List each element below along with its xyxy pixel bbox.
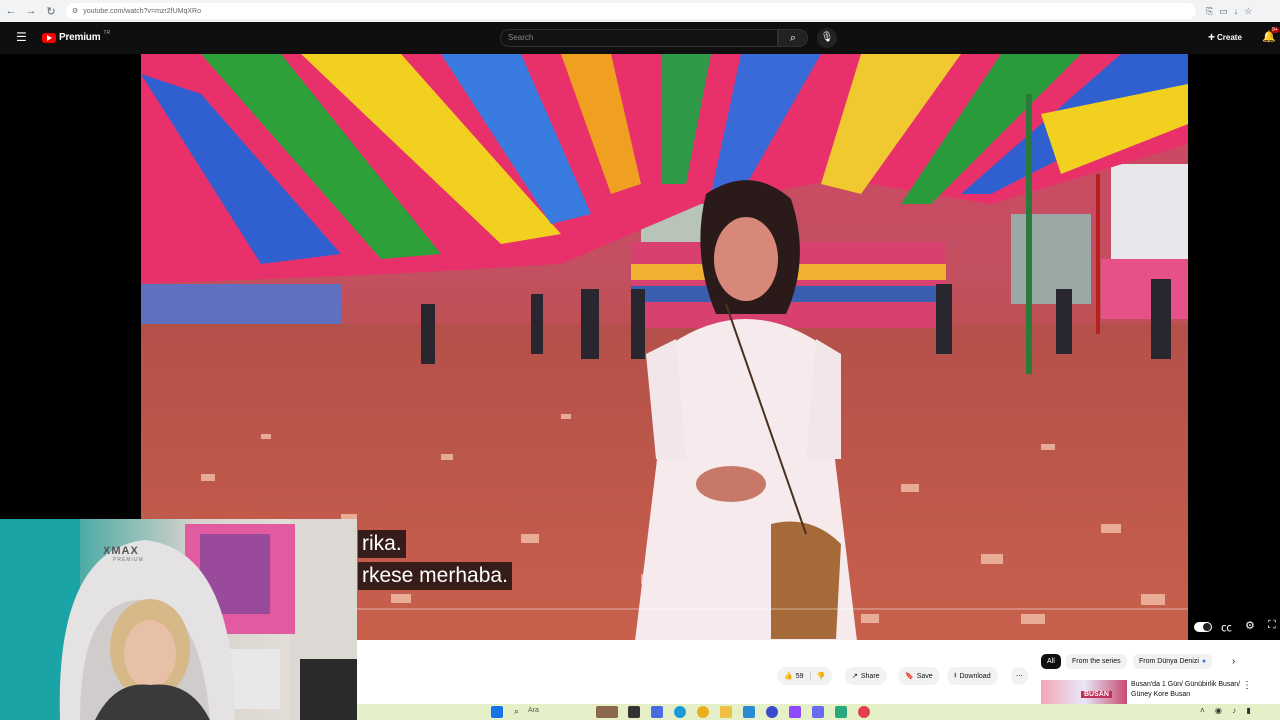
logo-text: Premium — [59, 32, 101, 43]
widgets-icon[interactable] — [596, 706, 618, 718]
chip-all-label: All — [1047, 658, 1055, 665]
search-input[interactable]: Search — [500, 29, 778, 47]
logo-country-code: TR — [103, 29, 111, 36]
globe-icon: ● — [1201, 658, 1207, 665]
share-button[interactable]: ↗ Share — [845, 667, 887, 685]
app-icon-1[interactable] — [651, 706, 663, 718]
address-text: youtube.com/watch?v=mzr2fUMqXRo — [83, 7, 201, 15]
like-count: 59 — [795, 672, 804, 680]
youtube-logo[interactable]: Premium TR — [42, 29, 111, 43]
save-label: Save — [916, 672, 933, 680]
search-icon[interactable]: ⌕ — [778, 29, 808, 47]
chip-from-series[interactable]: From the series — [1066, 654, 1127, 669]
download-label: Download — [959, 672, 991, 680]
back-icon[interactable]: ← — [2, 2, 20, 20]
chip-from-series-label: From the series — [1072, 658, 1121, 665]
more-actions-button[interactable]: ⋯ — [1011, 667, 1028, 685]
subtitle-line-2: rkese merhaba. — [358, 562, 512, 590]
cast-icon[interactable]: ▭ — [1219, 6, 1228, 17]
app-icon-4[interactable] — [835, 706, 847, 718]
recommendation-thumbnail[interactable]: BUSAN — [1041, 680, 1127, 704]
file-explorer-icon[interactable] — [720, 706, 732, 718]
webcam-overlay: XMAX PREMIUM — [0, 519, 357, 720]
discord-icon[interactable] — [812, 706, 824, 718]
webcam-frame — [0, 519, 357, 720]
microphone-icon[interactable]: 🎙 — [817, 28, 837, 48]
taskbar-search-icon[interactable]: ⌕ — [514, 706, 519, 717]
menu-icon[interactable]: ☰ — [16, 31, 28, 43]
app-icon-5[interactable] — [858, 706, 870, 718]
captions-icon[interactable]: ㏄ — [1221, 619, 1232, 635]
fullscreen-icon[interactable]: ⛶ — [1268, 619, 1276, 632]
app-icon-3[interactable] — [766, 706, 778, 718]
reload-icon[interactable]: ↻ — [42, 2, 60, 20]
chip-all[interactable]: All — [1041, 654, 1061, 669]
download-arrow-icon: ⭳ — [954, 671, 957, 679]
autoplay-knob-icon — [1203, 623, 1211, 631]
app-icon-2[interactable] — [743, 706, 755, 718]
notification-badge: 9+ — [1271, 27, 1279, 33]
youtube-header: ☰ Premium TR Search ⌕ 🎙 + Create 🔔 9+ — [0, 22, 1280, 54]
share-label: Share — [860, 672, 880, 680]
chrome-icon[interactable] — [697, 706, 709, 718]
task-view-icon[interactable] — [628, 706, 640, 718]
address-bar[interactable]: ⚙ youtube.com/watch?v=mzr2fUMqXRo — [66, 3, 1196, 19]
edge-icon[interactable] — [674, 706, 686, 718]
autoplay-toggle-icon[interactable] — [1194, 622, 1212, 632]
download-icon[interactable]: ↓ — [1234, 6, 1239, 17]
thumbs-down-icon[interactable]: 👎 — [817, 672, 826, 680]
create-button[interactable]: + Create — [1208, 30, 1242, 44]
recommendation-title[interactable]: Busan'da 1 Gün/ Günübirlik Busan/ Güney … — [1131, 680, 1241, 700]
chair-brand-text: XMAX — [103, 545, 139, 557]
save-icon: 🔖 — [905, 673, 914, 680]
recommendation-menu-icon[interactable]: ⋮ — [1242, 680, 1252, 691]
translate-icon[interactable]: ⎘ — [1206, 6, 1213, 17]
chevron-right-icon[interactable]: › — [1232, 656, 1235, 667]
subtitle-line-1: rika. — [358, 530, 406, 558]
windows-taskbar: ⌕ Ara ˄ ◉ ♪ ▮ — [357, 704, 1280, 720]
save-button[interactable]: 🔖 Save — [898, 667, 940, 685]
chip-from-channel[interactable]: From Dünya Denizi ● — [1133, 654, 1213, 669]
browser-toolbar: ← → ↻ ⚙ youtube.com/watch?v=mzr2fUMqXRo … — [0, 0, 1280, 22]
site-info-icon[interactable]: ⚙ — [72, 7, 78, 15]
youtube-play-icon — [42, 32, 56, 43]
system-tray-icons[interactable]: ˄ ◉ ♪ ▮ — [1200, 706, 1255, 715]
taskbar-search-text[interactable]: Ara — [528, 707, 539, 714]
settings-icon[interactable]: ⚙ — [1245, 619, 1255, 632]
forward-icon[interactable]: → — [22, 2, 40, 20]
create-label: Create — [1217, 32, 1242, 42]
share-icon: ↗ — [852, 673, 858, 680]
download-button[interactable]: ⭳ Download — [947, 667, 998, 685]
thumbnail-caption: BUSAN — [1081, 691, 1112, 698]
chip-from-channel-label: From Dünya Denizi — [1139, 658, 1199, 665]
like-button[interactable]: 👍 59 👎 — [777, 667, 833, 685]
twitch-icon[interactable] — [789, 706, 801, 718]
divider — [809, 671, 811, 681]
thumbs-up-icon: 👍 — [784, 673, 793, 680]
chair-brand-subtext: PREMIUM — [113, 557, 144, 563]
theater-right-margin — [1188, 54, 1280, 640]
more-icon: ⋯ — [1016, 673, 1023, 680]
bookmark-star-icon[interactable]: ☆ — [1244, 6, 1252, 17]
plus-icon: + — [1208, 30, 1216, 44]
windows-start-icon[interactable] — [491, 706, 503, 718]
